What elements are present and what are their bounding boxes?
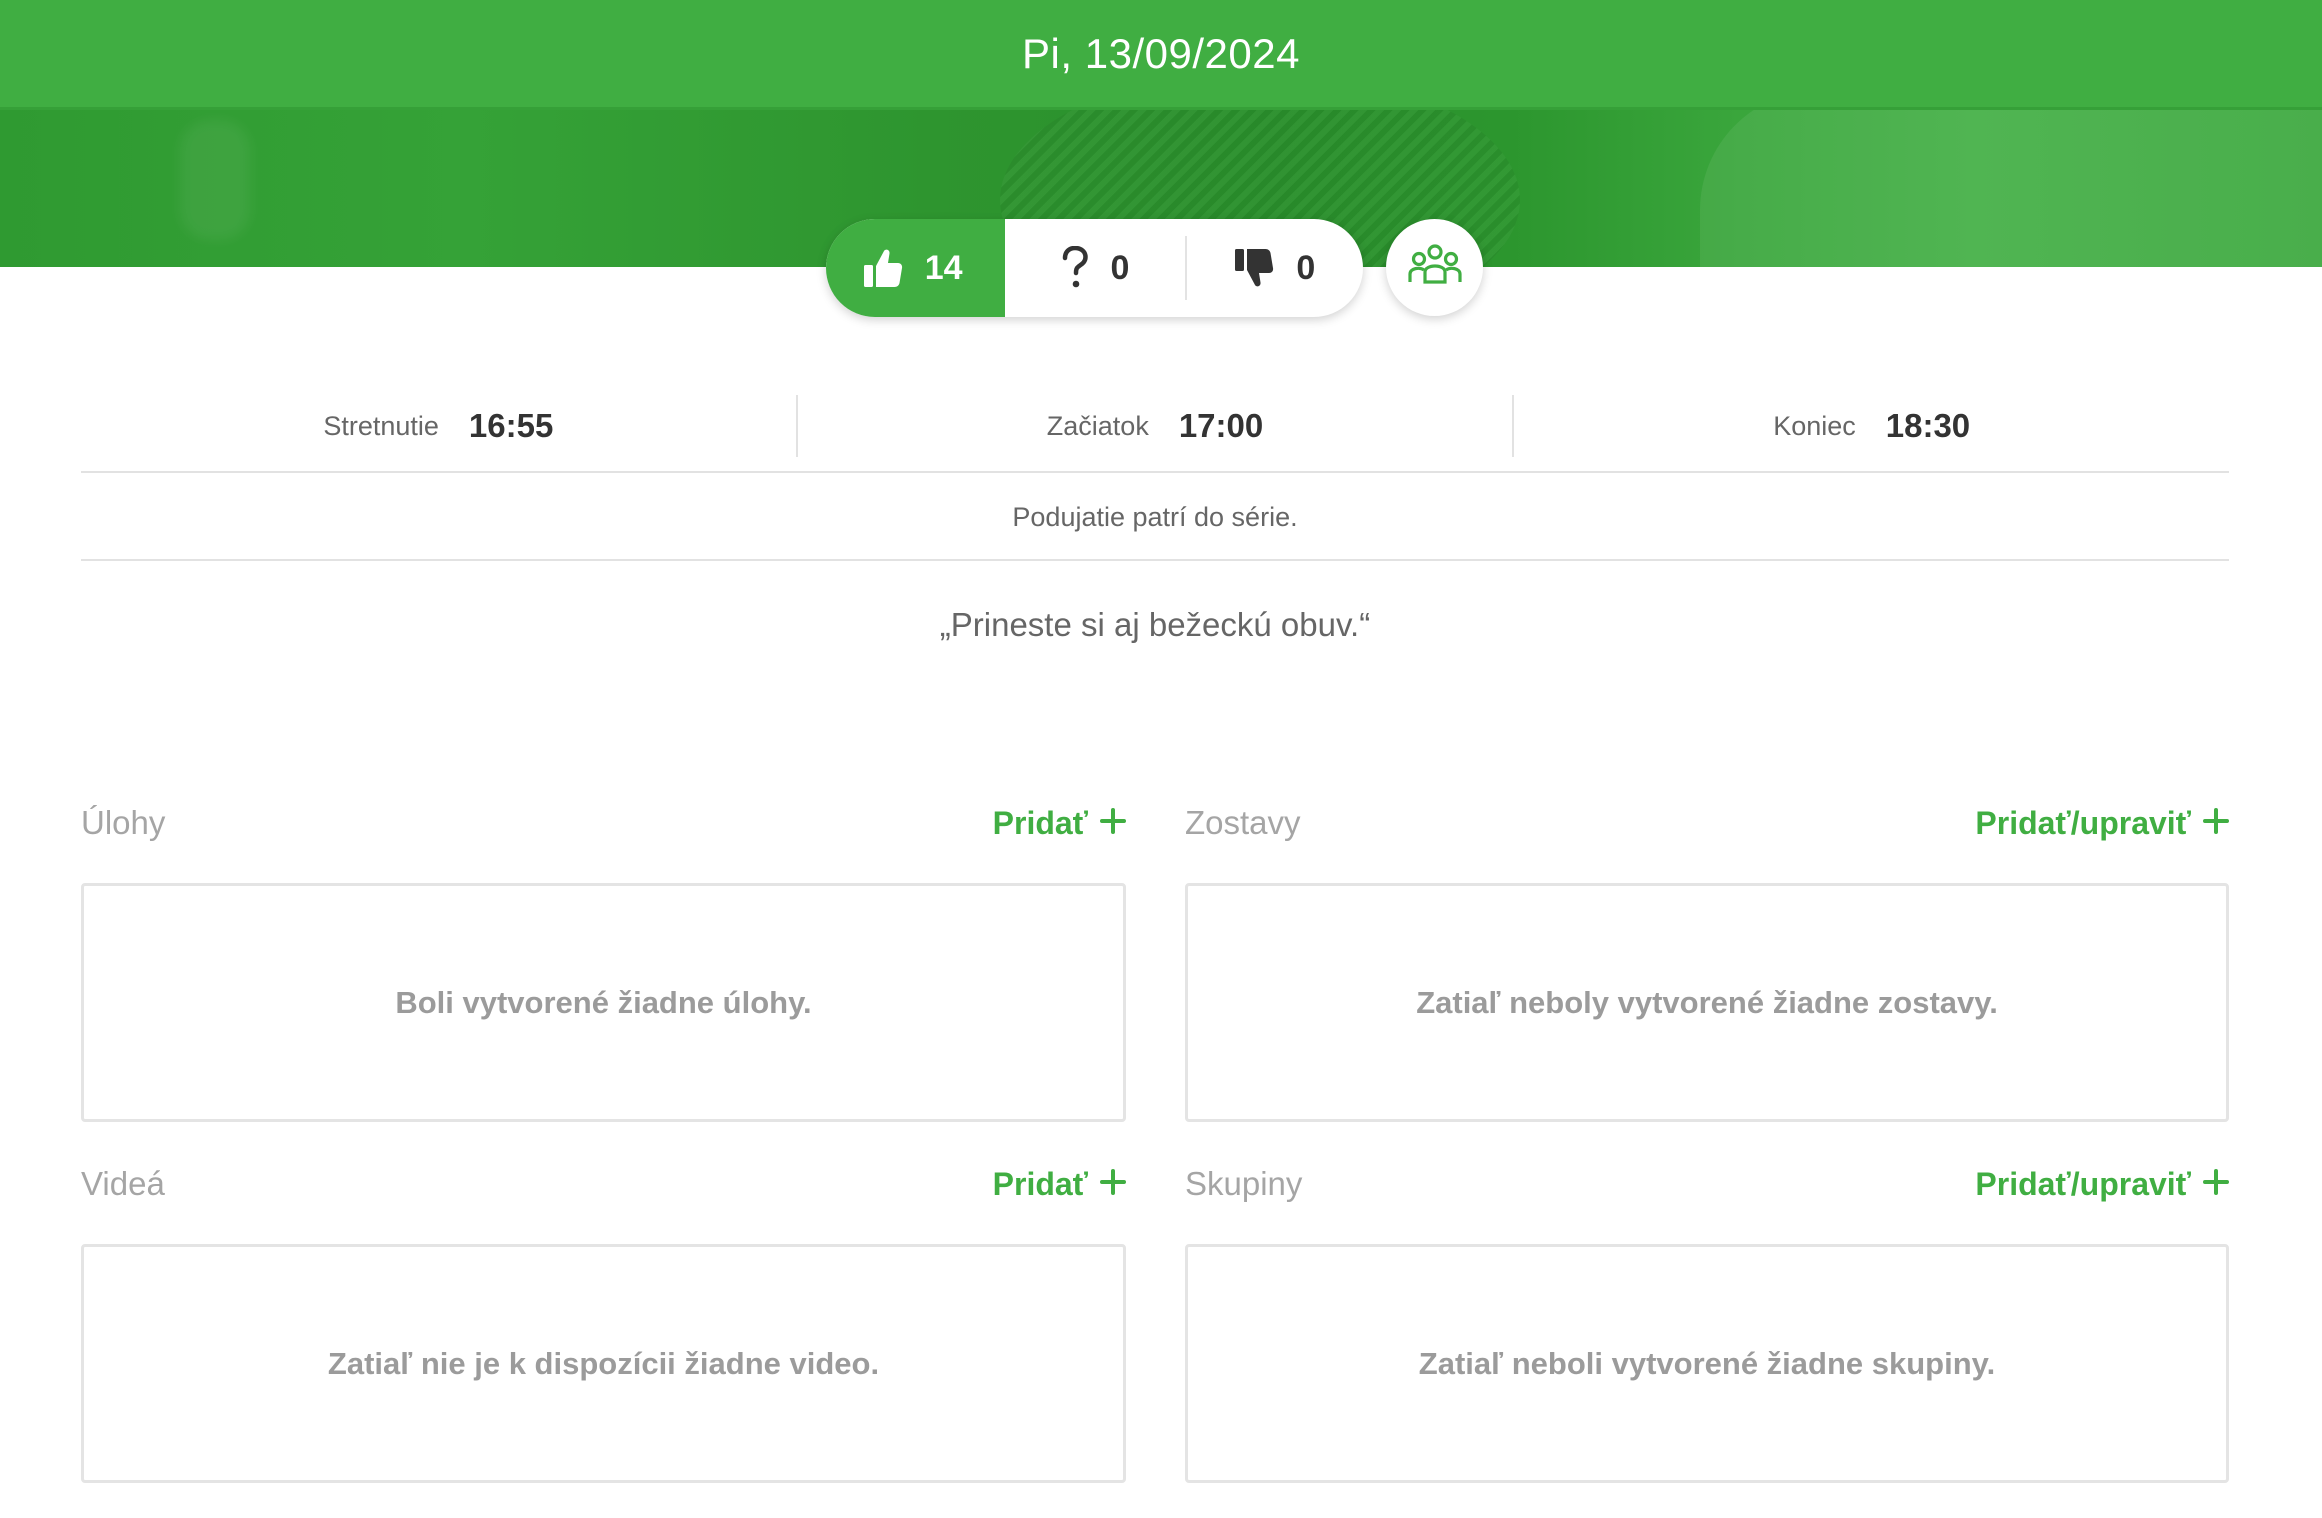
rsvp-yes-count: 14 (924, 248, 963, 287)
rsvp-bar: 14 0 0 (826, 219, 1363, 317)
videos-empty-box: Zatiaľ nie je k dispozícii žiadne video. (81, 1244, 1126, 1483)
tasks-empty-text: Boli vytvorené žiadne úlohy. (395, 984, 812, 1020)
tasks-empty-box: Boli vytvorené žiadne úlohy. (81, 883, 1126, 1122)
tasks-section-header: Úlohy Pridať (81, 795, 1126, 851)
end-time-label: Koniec (1773, 410, 1856, 441)
group-button[interactable] (1386, 219, 1483, 316)
plus-icon (2203, 805, 2229, 842)
tasks-title: Úlohy (81, 804, 166, 841)
meeting-time-label: Stretnutie (323, 410, 439, 441)
videos-title: Videá (81, 1165, 165, 1202)
end-time: Koniec 18:30 (1512, 395, 2229, 457)
lineups-section-header: Zostavy Pridať/upraviť (1185, 795, 2229, 851)
question-mark-icon (1061, 246, 1089, 290)
thumbs-up-icon (863, 247, 903, 289)
edit-lineups-label: Pridať/upraviť (1975, 804, 2191, 841)
start-time-value: 17:00 (1178, 407, 1264, 444)
event-note: „Prineste si aj bežeckú obuv.“ (939, 606, 1371, 643)
start-time-label: Začiatok (1046, 410, 1149, 441)
group-icon (1407, 244, 1462, 291)
add-video-button[interactable]: Pridať (993, 1166, 1126, 1203)
lineups-title: Zostavy (1185, 804, 1301, 841)
edit-groups-button[interactable]: Pridať/upraviť (1975, 1166, 2229, 1203)
event-date: Pi, 13/09/2024 (1022, 29, 1300, 77)
edit-groups-label: Pridať/upraviť (1975, 1165, 2191, 1202)
end-time-value: 18:30 (1885, 407, 1971, 444)
add-task-button[interactable]: Pridať (993, 805, 1126, 842)
meeting-time-value: 16:55 (468, 407, 554, 444)
meeting-time: Stretnutie 16:55 (81, 395, 796, 457)
header-bar: Pi, 13/09/2024 (0, 0, 2322, 110)
rsvp-yes-button[interactable]: 14 (826, 219, 1006, 317)
groups-section-header: Skupiny Pridať/upraviť (1185, 1156, 2229, 1212)
rsvp-no-count: 0 (1296, 248, 1316, 287)
rsvp-maybe-button[interactable]: 0 (1005, 219, 1184, 317)
plus-icon (1100, 1166, 1126, 1203)
groups-title: Skupiny (1185, 1165, 1303, 1202)
add-video-label: Pridať (992, 1165, 1088, 1202)
event-times: Stretnutie 16:55 Začiatok 17:00 Koniec 1… (81, 395, 2229, 473)
videos-section-header: Videá Pridať (81, 1156, 1126, 1212)
plus-icon (1100, 805, 1126, 842)
groups-empty-box: Zatiaľ neboli vytvorené žiadne skupiny. (1185, 1244, 2229, 1483)
series-info: Podujatie patrí do série. (81, 475, 2229, 561)
rsvp-no-button[interactable]: 0 (1187, 219, 1363, 317)
rsvp-maybe-count: 0 (1110, 248, 1130, 287)
lineups-empty-box: Zatiaľ neboly vytvorené žiadne zostavy. (1185, 883, 2229, 1122)
start-time: Začiatok 17:00 (795, 395, 1513, 457)
groups-empty-text: Zatiaľ neboli vytvorené žiadne skupiny. (1418, 1345, 1996, 1381)
add-task-label: Pridať (992, 804, 1088, 841)
lineups-empty-text: Zatiaľ neboly vytvorené žiadne zostavy. (1416, 984, 1998, 1020)
plus-icon (2203, 1166, 2229, 1203)
videos-empty-text: Zatiaľ nie je k dispozícii žiadne video. (327, 1345, 880, 1381)
edit-lineups-button[interactable]: Pridať/upraviť (1975, 805, 2229, 842)
thumbs-down-icon (1234, 247, 1274, 289)
